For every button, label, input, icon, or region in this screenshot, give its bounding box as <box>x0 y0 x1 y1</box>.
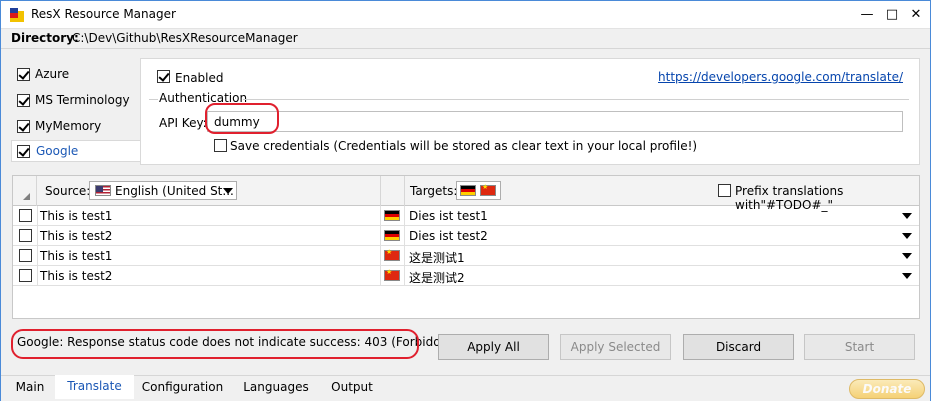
column-divider <box>380 176 381 206</box>
target-text: 这是测试1 <box>409 251 465 265</box>
prefix-checkbox[interactable] <box>718 184 731 197</box>
provider-label: MS Terminology <box>35 93 130 107</box>
targets-label: Targets: <box>410 184 458 198</box>
provider-item-azure[interactable]: Azure <box>11 64 140 86</box>
status-message: Google: Response status code does not in… <box>17 335 465 349</box>
apply-all-button[interactable]: Apply All <box>438 334 549 360</box>
save-credentials-checkbox[interactable] <box>214 139 227 152</box>
select-all-corner[interactable] <box>13 176 37 206</box>
provider-item-ms-terminology[interactable]: MS Terminology <box>11 90 140 112</box>
column-divider <box>37 246 38 266</box>
source-language-select[interactable]: English (United St... <box>89 181 237 200</box>
group-divider <box>149 99 158 100</box>
tab-bar: Main Translate Configuration Languages O… <box>1 375 930 401</box>
cn-flag-icon <box>384 248 400 261</box>
column-divider <box>37 206 38 226</box>
chevron-down-icon[interactable] <box>902 273 912 279</box>
source-label: Source: <box>45 184 91 198</box>
ms-terminology-checkbox[interactable] <box>17 94 30 107</box>
provider-label: Google <box>36 144 79 158</box>
corner-triangle-icon <box>23 193 30 200</box>
de-flag-icon <box>384 210 400 221</box>
discard-button[interactable]: Discard <box>683 334 794 360</box>
tab-configuration[interactable]: Configuration <box>134 376 231 398</box>
mymemory-checkbox[interactable] <box>17 120 30 133</box>
google-translate-link[interactable]: https://developers.google.com/translate/ <box>658 70 903 84</box>
chevron-down-icon[interactable] <box>902 253 912 259</box>
cn-flag-icon <box>384 268 400 281</box>
source-text: This is test1 <box>40 209 113 223</box>
column-divider <box>37 226 38 246</box>
column-divider <box>380 266 381 286</box>
grid-header: Source: English (United St... Targets: P… <box>13 176 919 212</box>
table-row[interactable]: This is test2 这是测试2 <box>13 266 919 286</box>
donate-button[interactable]: Donate <box>849 379 925 399</box>
translation-grid: Source: English (United St... Targets: P… <box>12 175 920 319</box>
provider-label: Azure <box>35 67 70 81</box>
tab-languages[interactable]: Languages <box>235 376 317 398</box>
column-divider <box>404 176 405 206</box>
column-divider <box>404 266 405 286</box>
app-icon <box>10 8 24 22</box>
us-flag-icon <box>95 185 111 196</box>
de-flag-icon <box>384 230 400 241</box>
row-checkbox[interactable] <box>19 249 32 262</box>
provider-item-mymemory[interactable]: MyMemory <box>11 116 140 138</box>
title-bar: ResX Resource Manager — □ ✕ <box>1 1 930 29</box>
de-flag-icon <box>460 185 476 196</box>
tab-main[interactable]: Main <box>5 376 55 398</box>
start-button[interactable]: Start <box>804 334 915 360</box>
target-text: 这是测试2 <box>409 271 465 285</box>
column-divider <box>404 246 405 266</box>
api-key-label: API Key: <box>159 116 207 130</box>
column-divider <box>380 226 381 246</box>
group-divider <box>243 99 909 100</box>
column-divider <box>404 206 405 226</box>
column-divider <box>37 266 38 286</box>
column-divider <box>380 246 381 266</box>
maximize-button[interactable]: □ <box>881 5 903 25</box>
directory-bar: Directory: C:\Dev\Github\ResXResourceMan… <box>1 29 930 49</box>
app-window: ResX Resource Manager — □ ✕ Directory: C… <box>0 0 931 401</box>
chevron-down-icon[interactable] <box>902 213 912 219</box>
minimize-button[interactable]: — <box>856 5 878 25</box>
window-title: ResX Resource Manager <box>31 7 176 21</box>
save-credentials-label: Save credentials (Credentials will be st… <box>230 139 698 153</box>
enabled-label: Enabled <box>175 71 224 85</box>
provider-config-panel: Enabled https://developers.google.com/tr… <box>140 58 920 165</box>
column-divider <box>404 226 405 246</box>
authentication-group-title: Authentication <box>159 91 248 105</box>
target-text: Dies ist test1 <box>409 209 488 223</box>
table-row[interactable]: This is test1 Dies ist test1 <box>13 206 919 226</box>
source-text: This is test2 <box>40 229 113 243</box>
provider-label: MyMemory <box>35 119 102 133</box>
tab-output[interactable]: Output <box>319 376 385 398</box>
azure-checkbox[interactable] <box>17 68 30 81</box>
target-languages-select[interactable] <box>456 181 501 200</box>
chevron-down-icon[interactable] <box>902 233 912 239</box>
api-key-input[interactable] <box>207 111 903 132</box>
source-text: This is test2 <box>40 269 113 283</box>
directory-label: Directory: <box>11 31 79 45</box>
table-row[interactable]: This is test1 这是测试1 <box>13 246 919 266</box>
provider-item-google[interactable]: Google <box>11 140 140 162</box>
column-divider <box>380 206 381 226</box>
close-button[interactable]: ✕ <box>905 5 927 25</box>
row-checkbox[interactable] <box>19 229 32 242</box>
enabled-checkbox[interactable] <box>157 70 170 83</box>
chevron-down-icon <box>223 188 233 194</box>
cn-flag-icon <box>480 183 496 196</box>
provider-list: Azure MS Terminology MyMemory Google <box>11 58 140 164</box>
directory-path: C:\Dev\Github\ResXResourceManager <box>72 31 298 45</box>
source-text: This is test1 <box>40 249 113 263</box>
source-language-value: English (United St... <box>115 184 234 198</box>
apply-selected-button[interactable]: Apply Selected <box>560 334 671 360</box>
row-checkbox[interactable] <box>19 269 32 282</box>
tab-translate[interactable]: Translate <box>55 375 134 399</box>
target-text: Dies ist test2 <box>409 229 488 243</box>
table-row[interactable]: This is test2 Dies ist test2 <box>13 226 919 246</box>
row-checkbox[interactable] <box>19 209 32 222</box>
google-checkbox[interactable] <box>17 145 30 158</box>
